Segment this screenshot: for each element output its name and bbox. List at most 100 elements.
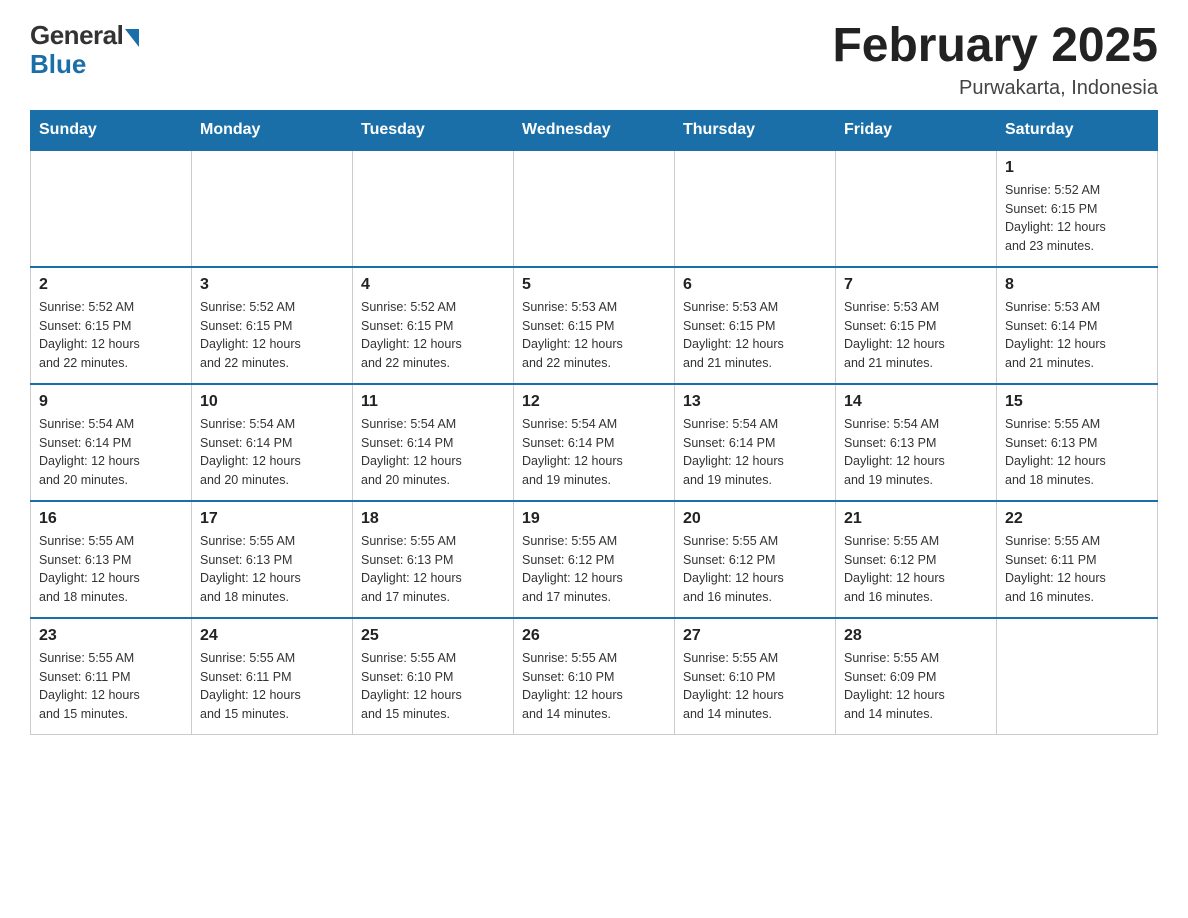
month-title: February 2025: [832, 20, 1158, 73]
calendar-cell: [675, 150, 836, 267]
day-number: 24: [200, 627, 344, 645]
calendar-cell: 27 Sunrise: 5:55 AM Sunset: 6:10 PM Dayli…: [675, 618, 836, 735]
calendar-cell: [997, 618, 1158, 735]
calendar-cell: [353, 150, 514, 267]
calendar-cell: 7 Sunrise: 5:53 AM Sunset: 6:15 PM Daylig…: [836, 267, 997, 384]
calendar-cell: 24Sunrise: 5:55 AM Sunset: 6:11 PM Dayli…: [192, 618, 353, 735]
calendar-cell: 17 Sunrise: 5:55 AM Sunset: 6:13 PM Dayli…: [192, 501, 353, 618]
day-number: 17: [200, 510, 344, 528]
day-info: Sunrise: 5:53 AM Sunset: 6:15 PM Dayligh…: [844, 298, 988, 373]
day-number: 11: [361, 393, 505, 411]
day-number: 22: [1005, 510, 1149, 528]
calendar-table: SundayMondayTuesdayWednesdayThursdayFrid…: [30, 110, 1158, 735]
day-info: Sunrise: 5:52 AM Sunset: 6:15 PM Dayligh…: [361, 298, 505, 373]
logo-arrow-icon: [125, 29, 139, 47]
day-number: 21: [844, 510, 988, 528]
day-info: Sunrise: 5:54 AM Sunset: 6:14 PM Dayligh…: [361, 415, 505, 490]
column-header-thursday: Thursday: [675, 110, 836, 150]
day-info: Sunrise: 5:55 AM Sunset: 6:09 PM Dayligh…: [844, 649, 988, 724]
column-header-tuesday: Tuesday: [353, 110, 514, 150]
week-row-5: 23 Sunrise: 5:55 AM Sunset: 6:11 PM Dayli…: [31, 618, 1158, 735]
day-number: 3: [200, 276, 344, 294]
day-info: Sunrise: 5:55 AM Sunset: 6:10 PM Dayligh…: [361, 649, 505, 724]
calendar-cell: 22Sunrise: 5:55 AM Sunset: 6:11 PM Dayli…: [997, 501, 1158, 618]
day-info: Sunrise: 5:54 AM Sunset: 6:14 PM Dayligh…: [200, 415, 344, 490]
calendar-cell: 15 Sunrise: 5:55 AM Sunset: 6:13 PM Dayli…: [997, 384, 1158, 501]
day-number: 28: [844, 627, 988, 645]
calendar-cell: 10 Sunrise: 5:54 AM Sunset: 6:14 PM Dayli…: [192, 384, 353, 501]
week-row-1: 1 Sunrise: 5:52 AM Sunset: 6:15 PM Daylig…: [31, 150, 1158, 267]
day-info: Sunrise: 5:52 AM Sunset: 6:15 PM Dayligh…: [1005, 181, 1149, 256]
day-number: 5: [522, 276, 666, 294]
day-info: Sunrise: 5:55 AM Sunset: 6:13 PM Dayligh…: [361, 532, 505, 607]
calendar-cell: 12 Sunrise: 5:54 AM Sunset: 6:14 PM Dayli…: [514, 384, 675, 501]
calendar-cell: 6Sunrise: 5:53 AM Sunset: 6:15 PM Daylig…: [675, 267, 836, 384]
calendar-header-row: SundayMondayTuesdayWednesdayThursdayFrid…: [31, 110, 1158, 150]
calendar-cell: [514, 150, 675, 267]
day-number: 26: [522, 627, 666, 645]
calendar-cell: 2 Sunrise: 5:52 AM Sunset: 6:15 PM Daylig…: [31, 267, 192, 384]
day-number: 7: [844, 276, 988, 294]
day-info: Sunrise: 5:54 AM Sunset: 6:14 PM Dayligh…: [39, 415, 183, 490]
day-info: Sunrise: 5:53 AM Sunset: 6:15 PM Dayligh…: [522, 298, 666, 373]
day-number: 2: [39, 276, 183, 294]
day-number: 27: [683, 627, 827, 645]
day-number: 8: [1005, 276, 1149, 294]
calendar-cell: 19 Sunrise: 5:55 AM Sunset: 6:12 PM Dayli…: [514, 501, 675, 618]
day-number: 16: [39, 510, 183, 528]
day-number: 12: [522, 393, 666, 411]
day-info: Sunrise: 5:55 AM Sunset: 6:11 PM Dayligh…: [39, 649, 183, 724]
calendar-cell: 25 Sunrise: 5:55 AM Sunset: 6:10 PM Dayli…: [353, 618, 514, 735]
day-info: Sunrise: 5:55 AM Sunset: 6:10 PM Dayligh…: [522, 649, 666, 724]
column-header-monday: Monday: [192, 110, 353, 150]
column-header-sunday: Sunday: [31, 110, 192, 150]
day-number: 23: [39, 627, 183, 645]
calendar-cell: 11 Sunrise: 5:54 AM Sunset: 6:14 PM Dayli…: [353, 384, 514, 501]
calendar-cell: 14 Sunrise: 5:54 AM Sunset: 6:13 PM Dayli…: [836, 384, 997, 501]
day-info: Sunrise: 5:55 AM Sunset: 6:12 PM Dayligh…: [844, 532, 988, 607]
day-number: 19: [522, 510, 666, 528]
day-number: 4: [361, 276, 505, 294]
calendar-cell: 16 Sunrise: 5:55 AM Sunset: 6:13 PM Dayli…: [31, 501, 192, 618]
day-info: Sunrise: 5:55 AM Sunset: 6:13 PM Dayligh…: [200, 532, 344, 607]
calendar-cell: 21 Sunrise: 5:55 AM Sunset: 6:12 PM Dayli…: [836, 501, 997, 618]
day-number: 15: [1005, 393, 1149, 411]
day-number: 13: [683, 393, 827, 411]
day-info: Sunrise: 5:55 AM Sunset: 6:13 PM Dayligh…: [39, 532, 183, 607]
day-info: Sunrise: 5:52 AM Sunset: 6:15 PM Dayligh…: [200, 298, 344, 373]
day-info: Sunrise: 5:52 AM Sunset: 6:15 PM Dayligh…: [39, 298, 183, 373]
day-info: Sunrise: 5:54 AM Sunset: 6:14 PM Dayligh…: [522, 415, 666, 490]
day-info: Sunrise: 5:55 AM Sunset: 6:13 PM Dayligh…: [1005, 415, 1149, 490]
calendar-cell: 4 Sunrise: 5:52 AM Sunset: 6:15 PM Daylig…: [353, 267, 514, 384]
week-row-2: 2 Sunrise: 5:52 AM Sunset: 6:15 PM Daylig…: [31, 267, 1158, 384]
day-number: 9: [39, 393, 183, 411]
day-number: 25: [361, 627, 505, 645]
column-header-saturday: Saturday: [997, 110, 1158, 150]
calendar-cell: [192, 150, 353, 267]
day-number: 14: [844, 393, 988, 411]
day-number: 20: [683, 510, 827, 528]
calendar-cell: 28 Sunrise: 5:55 AM Sunset: 6:09 PM Dayli…: [836, 618, 997, 735]
logo: General Blue: [30, 20, 139, 80]
logo-general-text: General: [30, 20, 123, 51]
calendar-cell: 13Sunrise: 5:54 AM Sunset: 6:14 PM Dayli…: [675, 384, 836, 501]
calendar-cell: 9 Sunrise: 5:54 AM Sunset: 6:14 PM Daylig…: [31, 384, 192, 501]
day-info: Sunrise: 5:55 AM Sunset: 6:12 PM Dayligh…: [522, 532, 666, 607]
calendar-cell: 26 Sunrise: 5:55 AM Sunset: 6:10 PM Dayli…: [514, 618, 675, 735]
day-number: 1: [1005, 159, 1149, 177]
day-number: 10: [200, 393, 344, 411]
page-header: General Blue February 2025 Purwakarta, I…: [30, 20, 1158, 100]
calendar-cell: 8Sunrise: 5:53 AM Sunset: 6:14 PM Daylig…: [997, 267, 1158, 384]
calendar-cell: 23 Sunrise: 5:55 AM Sunset: 6:11 PM Dayli…: [31, 618, 192, 735]
location-label: Purwakarta, Indonesia: [832, 77, 1158, 100]
day-info: Sunrise: 5:55 AM Sunset: 6:10 PM Dayligh…: [683, 649, 827, 724]
column-header-friday: Friday: [836, 110, 997, 150]
day-number: 18: [361, 510, 505, 528]
calendar-cell: 18 Sunrise: 5:55 AM Sunset: 6:13 PM Dayli…: [353, 501, 514, 618]
day-info: Sunrise: 5:54 AM Sunset: 6:13 PM Dayligh…: [844, 415, 988, 490]
column-header-wednesday: Wednesday: [514, 110, 675, 150]
day-info: Sunrise: 5:55 AM Sunset: 6:12 PM Dayligh…: [683, 532, 827, 607]
logo-blue-text: Blue: [30, 49, 86, 80]
week-row-3: 9 Sunrise: 5:54 AM Sunset: 6:14 PM Daylig…: [31, 384, 1158, 501]
calendar-cell: 20 Sunrise: 5:55 AM Sunset: 6:12 PM Dayli…: [675, 501, 836, 618]
